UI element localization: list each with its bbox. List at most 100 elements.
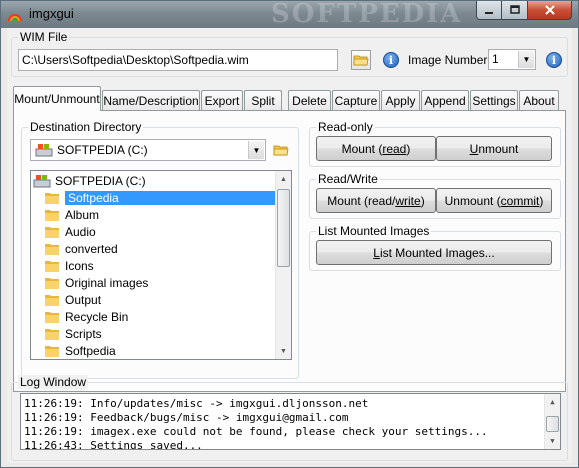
folder-icon <box>45 294 59 306</box>
tab-split[interactable]: Split <box>244 90 282 110</box>
log-window-legend: Log Window <box>18 375 89 389</box>
image-number-value: 1 <box>492 52 499 66</box>
log-line: 11:26:43: Settings saved... <box>24 439 203 450</box>
scroll-down-icon[interactable]: ▼ <box>545 433 560 449</box>
tree-item-label: Audio <box>65 224 96 239</box>
log-scrollbar[interactable]: ▲ ▼ <box>544 394 560 449</box>
maximize-button[interactable] <box>502 1 528 20</box>
image-number-select[interactable]: 1 ▼ <box>488 49 536 70</box>
folder-tree[interactable]: SOFTPEDIA (C:) Softpedia Album Audio con… <box>30 170 292 360</box>
tab-delete[interactable]: Delete <box>288 90 331 110</box>
tab-about[interactable]: About <box>519 90 559 110</box>
scroll-down-icon[interactable]: ▼ <box>276 343 291 359</box>
tree-item-folder[interactable]: Audio <box>45 223 96 240</box>
list-mounted-legend: List Mounted Images <box>316 224 432 238</box>
tree-item-folder[interactable]: Recycle Bin <box>45 308 128 325</box>
log-window-group: Log Window 11:26:19: Info/updates/misc -… <box>11 375 568 461</box>
minimize-button[interactable] <box>476 1 502 20</box>
folder-icon <box>45 277 59 289</box>
button-label-suffix: ) <box>539 193 544 208</box>
scroll-up-icon[interactable]: ▲ <box>545 394 560 410</box>
tree-item-folder[interactable]: Original images <box>45 274 148 291</box>
tree-item-folder[interactable]: Output <box>45 291 101 308</box>
tree-item-label: Scripts <box>65 326 102 341</box>
folder-icon <box>45 243 59 255</box>
tree-item-folder[interactable]: Scripts <box>45 325 102 342</box>
tree-item-folder[interactable]: converted <box>45 240 118 257</box>
tab-name-description[interactable]: Name/Description <box>102 90 200 110</box>
folder-icon <box>45 260 59 272</box>
log-line: 11:26:19: Feedback/bugs/misc -> imgxgui@… <box>24 411 349 424</box>
drive-value: SOFTPEDIA (C:) <box>57 143 148 157</box>
title-bar[interactable]: SOFTPEDIA imgxgui <box>1 1 578 28</box>
image-number-info-icon[interactable]: i <box>546 52 562 68</box>
list-mounted-images-button[interactable]: List Mounted Images... <box>316 240 552 265</box>
scroll-up-icon[interactable]: ▲ <box>276 171 291 187</box>
button-label-prefix: Mount (read/ <box>327 193 396 208</box>
button-label-rest: nmount <box>478 141 519 156</box>
minimize-icon <box>485 12 493 14</box>
tree-scrollbar[interactable]: ▲ ▼ <box>275 171 291 359</box>
watermark: SOFTPEDIA <box>271 1 463 28</box>
wim-info-icon[interactable]: i <box>383 52 399 68</box>
new-folder-button[interactable] <box>271 140 291 160</box>
tab-mount-unmount[interactable]: Mount/Unmount <box>13 86 101 111</box>
tab-append[interactable]: Append <box>421 90 469 110</box>
button-label-rest: ist Mounted Images... <box>379 245 495 260</box>
drive-select[interactable]: SOFTPEDIA (C:) ▼ <box>30 139 266 161</box>
folder-icon <box>45 209 59 221</box>
button-label-accel: write <box>395 193 421 208</box>
tree-item-label: Softpedia <box>65 343 116 358</box>
tab-apply[interactable]: Apply <box>381 90 420 110</box>
tree-item-label: SOFTPEDIA (C:) <box>55 173 146 188</box>
scroll-thumb[interactable] <box>546 416 559 432</box>
tab-capture[interactable]: Capture <box>332 90 380 110</box>
destination-directory-group: Destination Directory SOFTPEDIA (C:) ▼ S… <box>21 120 299 379</box>
button-label-accel: commit <box>500 193 540 208</box>
button-label-suffix: ) <box>420 193 425 208</box>
close-button[interactable] <box>528 1 572 20</box>
mount-read-write-button[interactable]: Mount (read/write) <box>316 188 436 213</box>
app-window: SOFTPEDIA imgxgui WIM File C:\Users\Soft… <box>0 0 579 468</box>
read-only-legend: Read-only <box>316 120 375 134</box>
folder-icon <box>45 226 59 238</box>
button-label-accel: read <box>382 141 407 156</box>
folder-icon <box>45 328 59 340</box>
log-output[interactable]: 11:26:19: Info/updates/misc -> imgxgui.d… <box>20 393 561 450</box>
close-icon <box>544 5 555 15</box>
folder-icon <box>45 192 59 204</box>
tab-export[interactable]: Export <box>201 90 243 110</box>
tree-item-label: Recycle Bin <box>65 309 129 324</box>
unmount-commit-button[interactable]: Unmount (commit) <box>436 188 552 213</box>
scroll-thumb[interactable] <box>277 189 290 267</box>
tree-item-folder[interactable]: Album <box>45 206 99 223</box>
tab-settings[interactable]: Settings <box>470 90 518 110</box>
folder-icon <box>45 311 59 323</box>
wim-file-legend: WIM File <box>18 30 70 44</box>
tree-item-folder[interactable]: Icons <box>45 257 94 274</box>
wim-file-group: WIM File C:\Users\Softpedia\Desktop\Soft… <box>11 30 568 77</box>
tree-item-label: Original images <box>65 275 149 290</box>
tree-item-folder[interactable]: Softpedia <box>45 189 275 206</box>
drive-icon <box>33 174 51 187</box>
tree-item-label: converted <box>65 241 118 256</box>
folder-icon <box>353 55 369 66</box>
mount-read-button[interactable]: Mount (read) <box>316 136 436 161</box>
tree-item-label: Softpedia <box>65 190 275 205</box>
tree-item-label: Album <box>65 207 100 222</box>
browse-wim-button[interactable] <box>351 50 371 70</box>
wim-path-input[interactable]: C:\Users\Softpedia\Desktop\Softpedia.wim <box>18 49 338 71</box>
chevron-down-icon: ▼ <box>518 51 534 68</box>
mount-unmount-panel: Destination Directory SOFTPEDIA (C:) ▼ S… <box>13 110 566 392</box>
maximize-icon <box>509 5 520 14</box>
list-mounted-group: List Mounted Images List Mounted Images.… <box>309 224 561 271</box>
tree-item-drive[interactable]: SOFTPEDIA (C:) <box>33 172 146 189</box>
button-label-accel: L <box>373 245 380 260</box>
tree-item-folder[interactable]: Softpedia <box>45 342 116 359</box>
drive-icon <box>35 144 53 157</box>
chevron-down-icon: ▼ <box>248 141 264 159</box>
destination-directory-legend: Destination Directory <box>28 120 144 134</box>
unmount-button[interactable]: Unmount <box>436 136 552 161</box>
log-line: 11:26:19: imagex.exe could not be found,… <box>24 425 488 438</box>
window-title: imgxgui <box>29 6 74 21</box>
